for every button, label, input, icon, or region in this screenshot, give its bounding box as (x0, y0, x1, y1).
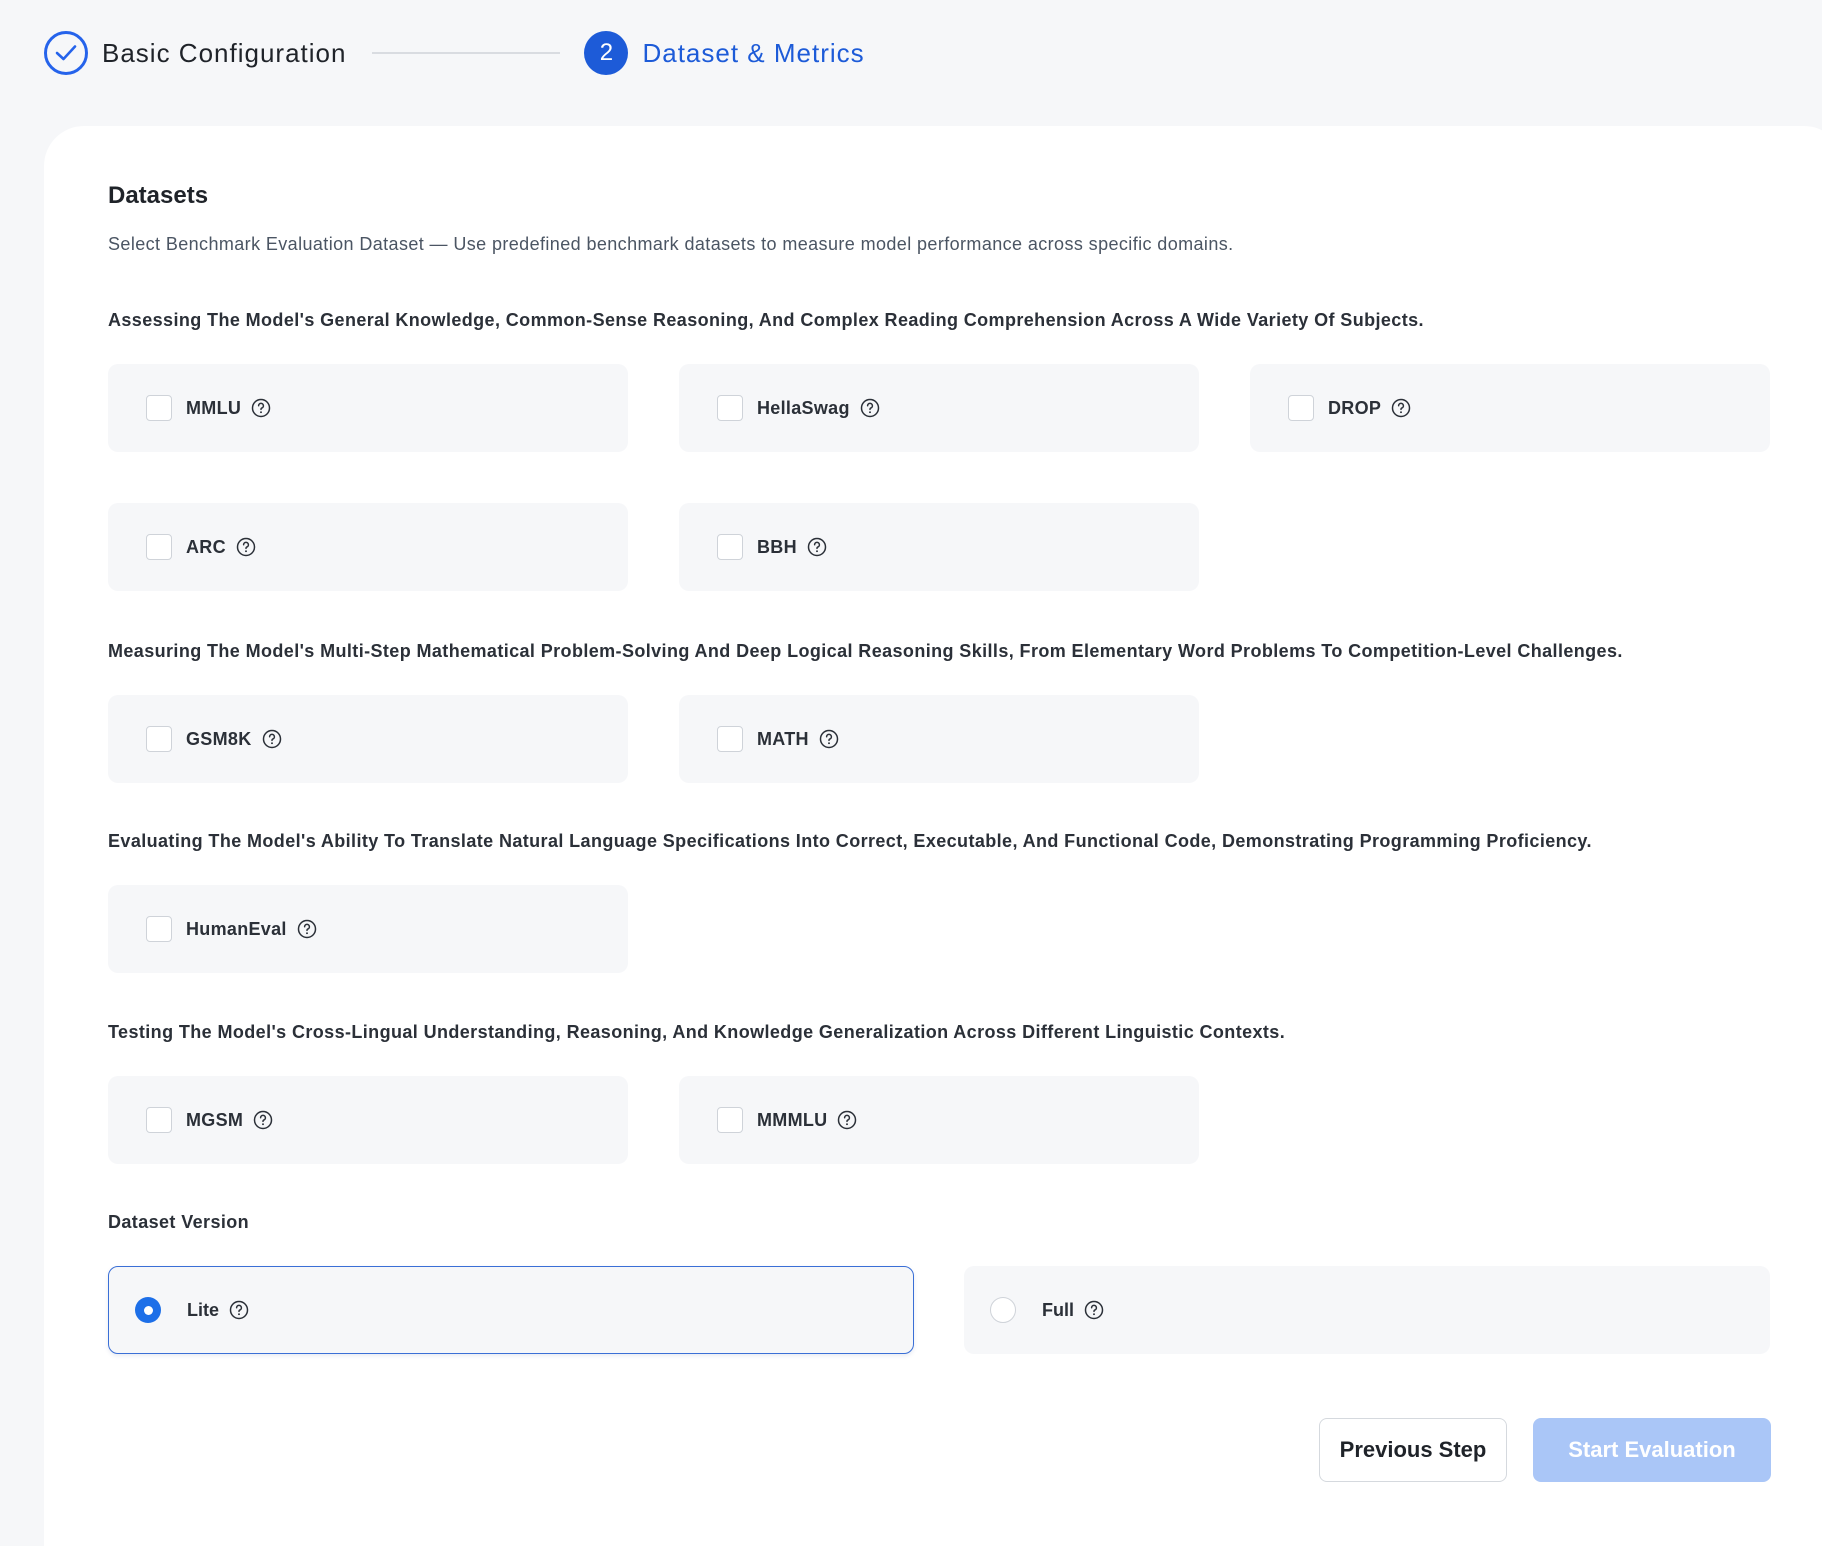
version-label: Full (1042, 1299, 1074, 1320)
question-circle-icon[interactable] (819, 729, 839, 749)
start-evaluation-button[interactable]: Start Evaluation (1533, 1418, 1771, 1482)
group-label-math-reasoning: Measuring The Model's Multi-Step Mathema… (108, 641, 1623, 661)
question-circle-icon[interactable] (860, 398, 880, 418)
radio-button[interactable] (135, 1297, 161, 1323)
dataset-label: GSM8K (186, 728, 252, 749)
dataset-option-mmlu[interactable]: MMLU (108, 364, 628, 452)
checkbox[interactable] (717, 1107, 743, 1133)
version-option-lite[interactable]: Lite (108, 1266, 914, 1354)
group-label-code-generation: Evaluating The Model's Ability To Transl… (108, 831, 1592, 851)
dataset-label: ARC (186, 536, 226, 557)
step-title: Basic Configuration (102, 37, 347, 68)
dataset-label: DROP (1328, 397, 1382, 418)
question-circle-icon[interactable] (297, 919, 317, 939)
checkbox[interactable] (717, 534, 743, 560)
step-title: Dataset & Metrics (642, 37, 865, 68)
dataset-option-math[interactable]: MATH (679, 695, 1199, 783)
checkbox[interactable] (146, 916, 172, 942)
dataset-label: MGSM (186, 1109, 244, 1130)
question-circle-icon[interactable] (1084, 1300, 1104, 1320)
dataset-option-gsm8k[interactable]: GSM8K (108, 695, 628, 783)
stepper: Basic Configuration 2 Dataset & Metrics (44, 30, 865, 76)
step-basic-configuration[interactable]: Basic Configuration (44, 31, 346, 75)
checkbox[interactable] (717, 395, 743, 421)
question-circle-icon[interactable] (229, 1300, 249, 1320)
radio-button[interactable] (990, 1297, 1016, 1323)
dataset-label: HumanEval (186, 918, 287, 939)
dataset-label: MATH (757, 728, 809, 749)
checkbox[interactable] (717, 726, 743, 752)
question-circle-icon[interactable] (807, 537, 827, 557)
question-circle-icon[interactable] (262, 729, 282, 749)
step-dataset-metrics[interactable]: 2 Dataset & Metrics (584, 31, 864, 75)
version-option-full[interactable]: Full (964, 1266, 1770, 1354)
checkbox[interactable] (146, 1107, 172, 1133)
group-label-general-knowledge: Assessing The Model's General Knowledge,… (108, 310, 1424, 330)
previous-step-button[interactable]: Previous Step (1319, 1418, 1507, 1482)
dataset-option-humaneval[interactable]: HumanEval (108, 885, 628, 973)
question-circle-icon[interactable] (1391, 398, 1411, 418)
checkbox[interactable] (146, 726, 172, 752)
checkbox[interactable] (146, 534, 172, 560)
dataset-option-hellaswag[interactable]: HellaSwag (679, 364, 1199, 452)
dataset-option-bbh[interactable]: BBH (679, 503, 1199, 591)
dataset-label: BBH (757, 536, 797, 557)
section-title: Datasets (108, 182, 209, 209)
dataset-version-label: Dataset Version (108, 1212, 250, 1232)
dataset-option-mmmlu[interactable]: MMMLU (679, 1076, 1199, 1164)
version-label: Lite (187, 1299, 220, 1320)
checkbox[interactable] (146, 395, 172, 421)
section-description: Select Benchmark Evaluation Dataset — Us… (108, 234, 1234, 254)
question-circle-icon[interactable] (837, 1110, 857, 1130)
question-circle-icon[interactable] (236, 537, 256, 557)
dataset-card: Datasets Select Benchmark Evaluation Dat… (44, 126, 1822, 1546)
dataset-option-mgsm[interactable]: MGSM (108, 1076, 628, 1164)
dataset-option-drop[interactable]: DROP (1250, 364, 1770, 452)
dataset-label: HellaSwag (757, 397, 850, 418)
step-number-badge: 2 (584, 31, 629, 75)
check-circle-icon (44, 31, 88, 75)
question-circle-icon[interactable] (253, 1110, 273, 1130)
dataset-label: MMMLU (757, 1109, 828, 1130)
checkbox[interactable] (1288, 395, 1314, 421)
dataset-option-arc[interactable]: ARC (108, 503, 628, 591)
dataset-label: MMLU (186, 397, 242, 418)
question-circle-icon[interactable] (251, 398, 271, 418)
group-label-multilingual: Testing The Model's Cross-Lingual Unders… (108, 1022, 1286, 1042)
step-connector (372, 52, 561, 54)
